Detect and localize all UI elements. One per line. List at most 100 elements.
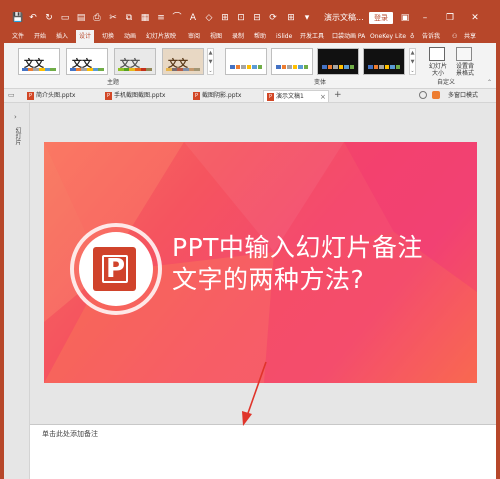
print-icon[interactable]: ⎙	[92, 12, 102, 24]
slide-title-line-1: PPT中输入幻灯片备注	[172, 233, 423, 262]
collapse-ribbon-icon[interactable]: ⌃	[487, 79, 492, 86]
restore-icon[interactable]: ❐	[444, 12, 456, 24]
slide-title[interactable]: PPT中输入幻灯片备注 文字的两种方法?	[172, 232, 472, 296]
file-tab-4-active[interactable]: P 演示文稿1 ×	[263, 90, 329, 102]
slide-size-icon[interactable]	[429, 47, 445, 61]
fill-color-icon[interactable]: ◇	[204, 12, 214, 24]
shape-icon[interactable]: ⊞	[220, 12, 230, 24]
variant-1[interactable]	[225, 48, 267, 75]
open-file-icon[interactable]: ▤	[76, 12, 86, 24]
tab-pocket-animation[interactable]: 口袋动画 PA	[332, 30, 365, 43]
variant-4[interactable]	[363, 48, 405, 75]
font-color-icon[interactable]: A	[188, 12, 198, 24]
copy-icon[interactable]: ⧉	[124, 12, 134, 24]
cut-icon[interactable]: ✂	[108, 12, 118, 24]
powerpoint-icon-letter: P	[105, 254, 126, 284]
title-bar: 💾 ↶ ↻ ▭ ▤ ⎙ ✂ ⧉ ▦ ≡ ⌒ A ◇ ⊞ ⊡ ⊟ ⟳ ⊞ ▾ 演示…	[4, 0, 496, 30]
variant-color-bars	[230, 65, 262, 69]
rotate-icon[interactable]: ⟳	[268, 12, 278, 24]
tab-islide[interactable]: iSlide	[276, 30, 292, 43]
themes-group-label: 主题	[107, 79, 120, 86]
customize-group-label: 自定义	[437, 79, 456, 86]
format-background-icon[interactable]	[456, 47, 472, 61]
close-icon[interactable]: ✕	[469, 12, 481, 24]
grid-icon[interactable]: ▦	[140, 12, 150, 24]
redo-icon[interactable]: ↻	[44, 12, 54, 24]
tell-me-search[interactable]: 告诉我	[422, 30, 440, 43]
file-tab-1[interactable]: P 简介头图.pptx	[24, 90, 104, 102]
login-button[interactable]: 登录	[369, 12, 393, 24]
arrange-icon[interactable]: ⊡	[236, 12, 246, 24]
person-icon[interactable]: ⚇	[452, 30, 457, 43]
new-file-icon[interactable]: ▭	[60, 12, 70, 24]
tab-help[interactable]: 帮助	[254, 30, 266, 43]
file-tab-2[interactable]: P 手机截图截图.pptx	[102, 90, 190, 102]
tab-onekey-lite[interactable]: OneKey Lite	[370, 30, 406, 43]
lightbulb-icon[interactable]: ♁	[410, 30, 414, 43]
format-painter-icon[interactable]: ⌒	[172, 12, 182, 24]
addin-icon[interactable]	[432, 91, 440, 99]
settings-icon[interactable]	[419, 91, 427, 99]
theme-color-stripe	[166, 68, 201, 71]
notes-placeholder: 单击此处添加备注	[42, 430, 98, 438]
format-background-button[interactable]: 设置背 景格式	[450, 63, 480, 77]
tab-transitions[interactable]: 切换	[102, 30, 114, 43]
align-icon[interactable]: ≡	[156, 12, 166, 24]
file-tab-3[interactable]: P 截图阴影.pptx	[190, 90, 262, 102]
tab-review[interactable]: 审阅	[188, 30, 200, 43]
undo-icon[interactable]: ↶	[28, 12, 38, 24]
customize-qat-icon[interactable]: ▾	[302, 12, 312, 24]
tab-animations[interactable]: 动画	[124, 30, 136, 43]
tab-menu-icon[interactable]: ▭	[8, 89, 15, 102]
group-icon[interactable]: ⊟	[252, 12, 262, 24]
pptx-icon: P	[105, 91, 112, 100]
thumbnails-label: 幻灯片	[14, 127, 21, 145]
share-button[interactable]: 共享	[464, 30, 476, 43]
multi-window-mode[interactable]: 多窗口模式	[448, 90, 478, 102]
slide-title-line-2: 文字的两种方法?	[172, 265, 365, 294]
slide-thumbnail-panel: › 幻灯片	[4, 103, 30, 479]
pptx-icon: P	[193, 91, 200, 100]
slide-canvas[interactable]: P PPT中输入幻灯片备注 文字的两种方法?	[44, 142, 477, 383]
save-icon[interactable]: 💾	[12, 12, 23, 24]
variants-gallery-scroll[interactable]: ▲ ▼ ⌄	[409, 48, 416, 75]
theme-facet[interactable]: 文文	[114, 48, 156, 75]
tab-home[interactable]: 开始	[34, 30, 46, 43]
tab-design[interactable]: 设计	[76, 30, 95, 43]
tab-insert[interactable]: 插入	[56, 30, 68, 43]
tab-record[interactable]: 录制	[232, 30, 244, 43]
variants-group-label: 变体	[314, 79, 327, 86]
table-icon[interactable]: ⊞	[286, 12, 296, 24]
notes-pane[interactable]: 单击此处添加备注	[30, 425, 496, 479]
variant-color-bars	[276, 65, 308, 69]
expand-panel-icon[interactable]: ›	[14, 113, 17, 121]
theme-office-2[interactable]: 文文	[66, 48, 108, 75]
design-ribbon: 文文 文文 文文 文文 ▲ ▼ ⌄ 主题 ▲ ▼ ⌄ 变体 幻灯片 大小 设置背…	[4, 43, 496, 89]
theme-color-stripe	[118, 68, 153, 71]
file-tab-name: 截图阴影.pptx	[202, 92, 242, 99]
file-tabs: ▭ P 简介头图.pptx P 手机截图截图.pptx P 截图阴影.pptx P 演示…	[4, 89, 496, 103]
close-tab-icon[interactable]: ×	[320, 91, 326, 103]
powerpoint-window: 💾 ↶ ↻ ▭ ▤ ⎙ ✂ ⧉ ▦ ≡ ⌒ A ◇ ⊞ ⊡ ⊟ ⟳ ⊞ ▾ 演示…	[0, 0, 500, 479]
theme-integral[interactable]: 文文	[162, 48, 204, 75]
variant-2[interactable]	[271, 48, 313, 75]
new-tab-icon[interactable]: +	[334, 89, 342, 102]
tab-developer[interactable]: 开发工具	[300, 30, 324, 43]
file-tab-name: 手机截图截图.pptx	[114, 92, 166, 99]
pptx-icon: P	[27, 91, 34, 100]
tab-view[interactable]: 视图	[210, 30, 222, 43]
minimize-icon[interactable]: –	[419, 12, 431, 24]
themes-gallery-scroll[interactable]: ▲ ▼ ⌄	[207, 48, 214, 75]
theme-color-stripe	[70, 68, 105, 71]
theme-office[interactable]: 文文	[18, 48, 60, 75]
variant-color-bars	[368, 65, 400, 69]
menu-tabs: 文件 开始 插入 设计 切换 动画 幻灯片放映 审阅 视图 录制 帮助 iSli…	[4, 30, 496, 43]
tab-file[interactable]: 文件	[12, 30, 24, 43]
slide-size-button[interactable]: 幻灯片 大小	[424, 63, 452, 77]
theme-color-stripe	[22, 68, 57, 71]
file-tab-name: 简介头图.pptx	[36, 92, 76, 99]
variant-3[interactable]	[317, 48, 359, 75]
ribbon-display-icon[interactable]: ▣	[399, 12, 411, 24]
tab-slideshow[interactable]: 幻灯片放映	[146, 30, 176, 43]
variant-color-bars	[322, 65, 354, 69]
